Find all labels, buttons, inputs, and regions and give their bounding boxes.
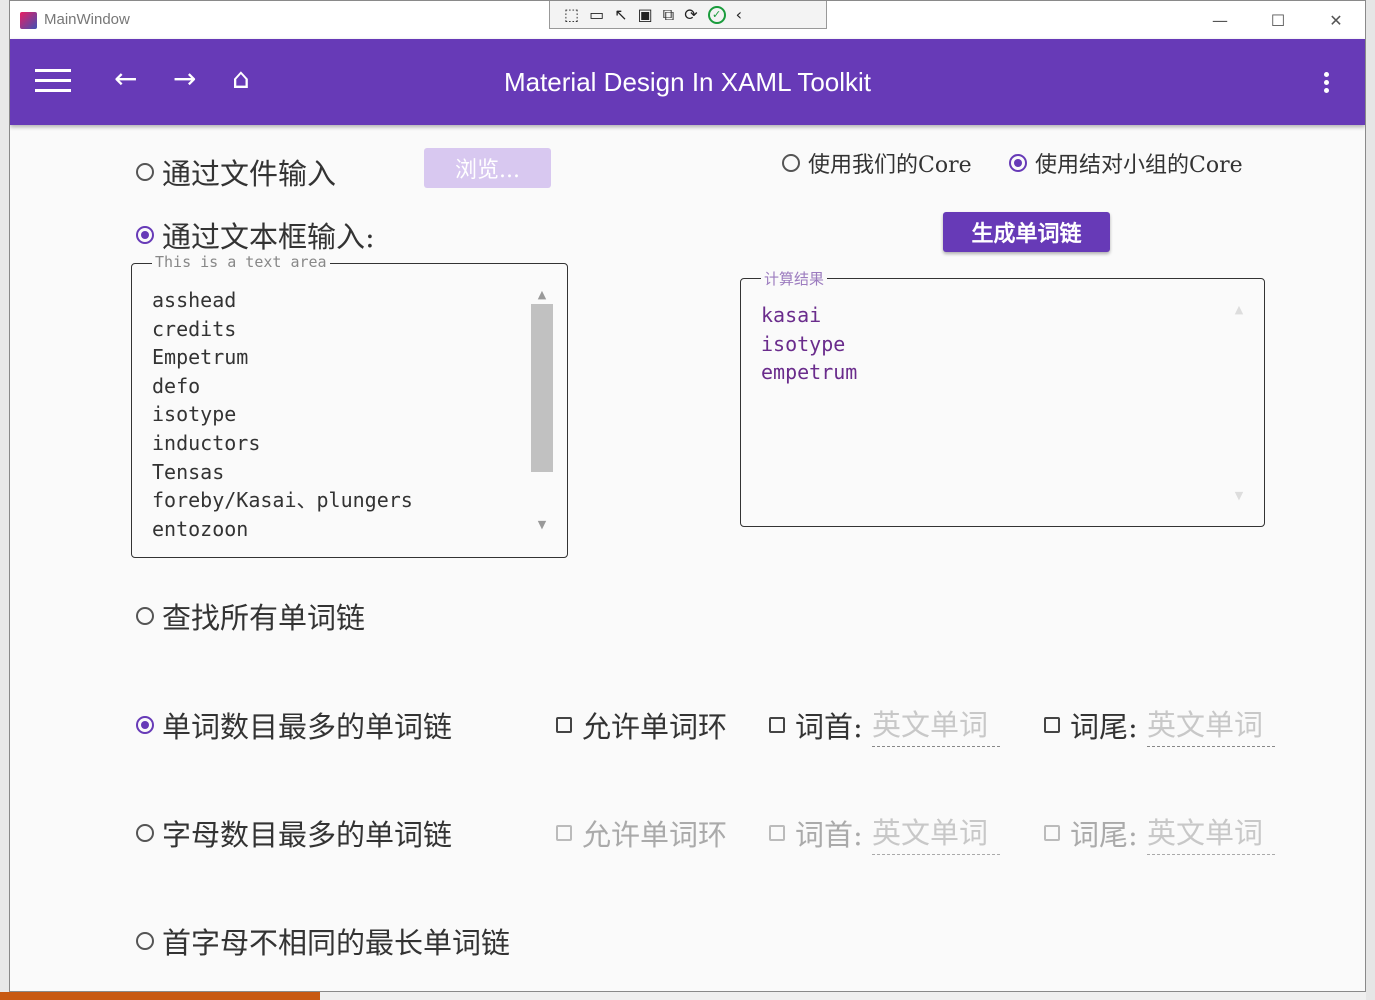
result-line: empetrum — [761, 360, 858, 385]
radio-label: 使用我们的Core — [808, 153, 972, 178]
checkbox-indicator — [556, 825, 572, 841]
text-line: inductors — [152, 430, 261, 455]
head-word-input[interactable]: 英文单词 — [872, 702, 1000, 747]
scroll-down-icon[interactable]: ▼ — [1228, 487, 1250, 505]
result-scrollbar[interactable]: ▲ ▼ — [1228, 301, 1250, 505]
generate-chain-button[interactable]: 生成单词链 — [943, 212, 1110, 252]
app-icon — [20, 12, 37, 29]
scroll-thumb[interactable] — [531, 304, 553, 472]
radio-label: 查找所有单词链 — [162, 601, 366, 635]
scroll-down-icon[interactable]: ▼ — [531, 516, 553, 534]
head-word-input-letters[interactable]: 英文单词 — [872, 810, 1000, 855]
checkbox-indicator — [769, 717, 785, 733]
checkbox-label: 允许单词环 — [582, 818, 728, 852]
desktop-right-edge — [1366, 0, 1375, 1000]
browse-button[interactable]: 浏览... — [424, 148, 551, 188]
radio-label: 字母数目最多的单词链 — [162, 818, 453, 852]
debug-toolbar: ⬚ ▭ ↖ ▣ ⧉ ⟳ ✓ ‹ — [549, 1, 827, 29]
maximize-button[interactable]: ☐ — [1249, 1, 1307, 39]
scroll-up-icon[interactable]: ▲ — [531, 286, 553, 304]
radio-indicator — [136, 226, 154, 244]
text-area-scrollbar[interactable]: ▲ ▼ — [531, 286, 553, 534]
radio-indicator — [136, 824, 154, 842]
text-line: entozoon — [152, 516, 249, 541]
focus-icon[interactable]: ▣ — [638, 5, 653, 24]
radio-indicator — [136, 932, 154, 950]
more-vert-icon[interactable] — [1324, 72, 1329, 96]
checkbox-tail[interactable]: 词尾: — [1044, 704, 1138, 746]
window-title: MainWindow — [44, 11, 130, 28]
app-bar: ← → ⌂ Material Design In XAML Toolkit — [10, 39, 1365, 125]
radio-indicator — [1009, 154, 1027, 172]
minimize-button[interactable]: — — [1191, 1, 1249, 39]
content-area: 通过文件输入 浏览... 使用我们的Core 使用结对小组的Core 通过文本框… — [10, 125, 1365, 991]
checkbox-label: 词尾: — [1070, 710, 1138, 744]
radio-label: 单词数目最多的单词链 — [162, 710, 453, 744]
radio-indicator — [136, 163, 154, 181]
radio-indicator — [782, 154, 800, 172]
checkbox-allow-loop-letters[interactable]: 允许单词环 — [556, 812, 727, 854]
checkbox-label: 词首: — [795, 818, 863, 852]
checkbox-indicator — [556, 717, 572, 733]
text-line: isotype — [152, 402, 237, 427]
display-adorner-icon[interactable]: ⧉ — [663, 5, 674, 25]
tail-word-input-letters[interactable]: 英文单词 — [1147, 810, 1275, 855]
desktop-left-edge — [0, 0, 9, 1000]
radio-indicator — [136, 716, 154, 734]
radio-mode-all[interactable]: 查找所有单词链 — [136, 595, 365, 637]
video-icon[interactable]: ▭ — [589, 5, 604, 24]
check-icon[interactable]: ✓ — [707, 5, 726, 24]
text-line: credits — [152, 316, 237, 341]
radio-mode-most-words[interactable]: 单词数目最多的单词链 — [136, 704, 452, 746]
radio-file-input[interactable]: 通过文件输入 — [136, 151, 336, 193]
result-area[interactable]: 计算结果 kasai isotype empetrum ▲ ▼ — [740, 268, 1265, 527]
close-button[interactable]: ✕ — [1307, 1, 1365, 39]
checkbox-head[interactable]: 词首: — [769, 704, 863, 746]
checkbox-label: 词尾: — [1070, 818, 1138, 852]
radio-mode-distinct-first[interactable]: 首字母不相同的最长单词链 — [136, 920, 510, 962]
scroll-up-icon[interactable]: ▲ — [1228, 301, 1250, 319]
text-line: Tensas — [152, 459, 225, 484]
checkbox-allow-loop[interactable]: 允许单词环 — [556, 704, 727, 746]
result-line: kasai — [761, 303, 822, 327]
radio-textbox-input[interactable]: 通过文本框输入: — [136, 214, 375, 256]
tail-word-input[interactable]: 英文单词 — [1147, 702, 1275, 747]
checkbox-head-letters[interactable]: 词首: — [769, 812, 863, 854]
result-line: isotype — [761, 331, 846, 356]
checkbox-label: 词首: — [795, 710, 863, 744]
radio-indicator — [136, 607, 154, 625]
radio-mode-most-letters[interactable]: 字母数目最多的单词链 — [136, 812, 452, 854]
window-controls: — ☐ ✕ — [1191, 1, 1365, 39]
collapse-icon[interactable]: ‹ — [736, 5, 742, 24]
text-line: asshead — [152, 288, 237, 312]
app-title: Material Design In XAML Toolkit — [503, 67, 872, 97]
taskbar-strip — [0, 992, 320, 1000]
text-area[interactable]: This is a text area asshead credits Empe… — [131, 253, 568, 558]
main-window: MainWindow ⬚ ▭ ↖ ▣ ⧉ ⟳ ✓ ‹ — ☐ ✕ ← → ⌂ M… — [9, 0, 1366, 992]
radio-label: 首字母不相同的最长单词链 — [162, 926, 511, 960]
radio-core-ours[interactable]: 使用我们的Core — [782, 147, 972, 179]
select-element-icon[interactable]: ⬚ — [564, 5, 579, 24]
text-area-content[interactable]: asshead credits Empetrum defo isotype in… — [152, 286, 413, 543]
text-line: foreby/Kasai、plungers — [152, 488, 413, 513]
radio-label: 通过文本框输入: — [162, 220, 375, 254]
result-content: kasai isotype empetrum — [761, 301, 857, 387]
checkbox-tail-letters[interactable]: 词尾: — [1044, 812, 1138, 854]
title-bar: MainWindow ⬚ ▭ ↖ ▣ ⧉ ⟳ ✓ ‹ — ☐ ✕ — [10, 1, 1365, 39]
checkbox-indicator — [1044, 717, 1060, 733]
radio-core-pair[interactable]: 使用结对小组的Core — [1009, 147, 1243, 179]
radio-label: 通过文件输入 — [162, 157, 337, 191]
text-line: Empetrum — [152, 345, 249, 370]
text-area-hint: This is a text area — [152, 253, 330, 271]
checkbox-label: 允许单词环 — [582, 710, 728, 744]
checkbox-indicator — [769, 825, 785, 841]
radio-label: 使用结对小组的Core — [1035, 153, 1243, 178]
hot-reload-icon[interactable]: ⟳ — [684, 5, 697, 24]
result-label: 计算结果 — [761, 268, 828, 289]
checkbox-indicator — [1044, 825, 1060, 841]
text-line: defo — [152, 373, 201, 398]
pointer-icon[interactable]: ↖ — [614, 5, 627, 24]
